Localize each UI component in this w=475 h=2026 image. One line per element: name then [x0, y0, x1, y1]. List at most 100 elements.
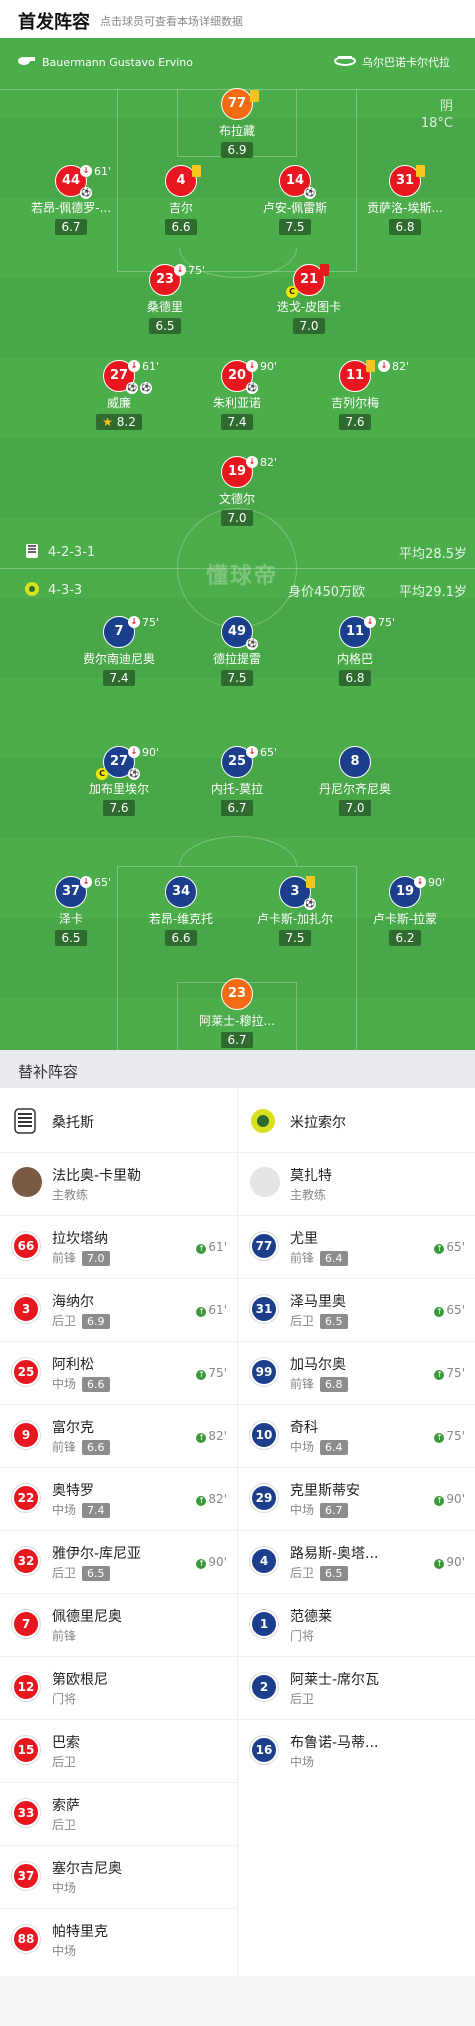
- coach-row[interactable]: 莫扎特 主教练: [238, 1152, 475, 1215]
- temperature: 18°C: [420, 116, 453, 131]
- player-name: 富尔克: [52, 1420, 94, 1436]
- list-item[interactable]: 66 拉坎塔纳 前锋 7.0 ↑ 61': [0, 1215, 237, 1278]
- substitution-icon: ↓: [246, 360, 258, 372]
- player-rating: 6.6: [82, 1377, 110, 1392]
- list-item[interactable]: 77 尤里 前锋 6.4 ↑ 65': [238, 1215, 475, 1278]
- player-name: 桑德里: [146, 300, 183, 314]
- goal-ball-icon: ⚽: [246, 382, 258, 394]
- coach-row[interactable]: 法比奥-卡里勒 主教练: [0, 1152, 237, 1215]
- list-item[interactable]: 4 路易斯-奥塔... 后卫 6.5 ↑ 90': [238, 1530, 475, 1593]
- red-card-icon: [320, 264, 329, 276]
- player[interactable]: 20 ↓ 90' ⚽ 朱利亚诺 7.4: [182, 360, 292, 430]
- bench-title: 替补阵容: [18, 1063, 79, 1081]
- list-item[interactable]: 9 富尔克 前锋 6.6 ↑ 82': [0, 1404, 237, 1467]
- jersey-number: 33: [12, 1799, 40, 1827]
- player-rating: 6.7: [221, 800, 253, 816]
- team-crest-icon: [24, 581, 40, 597]
- player[interactable]: 49 ⚽ 德拉提雷 7.5: [182, 616, 292, 686]
- player[interactable]: 11 ↓ 75' 内格巴 6.8: [300, 616, 410, 686]
- list-item[interactable]: 2 阿莱士-席尔瓦 后卫: [238, 1656, 475, 1719]
- jersey-number: 4: [250, 1547, 278, 1575]
- player-rating: 7.5: [279, 930, 311, 946]
- player[interactable]: 25 ↓ 65' 内托-莫拉 6.7: [182, 746, 292, 816]
- player-rating: 7.0: [339, 800, 371, 816]
- referee: Bauermann Gustavo Ervino: [16, 54, 193, 69]
- player[interactable]: 34 若昂-维克托 6.6: [126, 876, 236, 946]
- venue: 乌尔巴诺卡尔代拉: [334, 54, 450, 70]
- player-position: 前锋: [52, 1440, 77, 1454]
- sub-minute: 90': [260, 360, 278, 373]
- player[interactable]: 8 丹尼尔齐尼奥 7.0: [300, 746, 410, 816]
- jersey-number: 77: [250, 1232, 278, 1260]
- away-team-header[interactable]: 米拉索尔: [238, 1088, 475, 1152]
- assist-icon: ⚽: [80, 187, 92, 199]
- player[interactable]: 4 吉尔 6.6: [126, 165, 236, 235]
- player-position: 后卫: [52, 1314, 77, 1328]
- coach-name: 莫扎特: [290, 1168, 332, 1184]
- player[interactable]: 27 ↓ 61' ⚽ ⚽ 威廉 ★ 8.2: [64, 360, 174, 430]
- player[interactable]: 77 布拉藏 6.9: [182, 88, 292, 158]
- sub-minute: 90': [208, 1555, 227, 1569]
- list-item[interactable]: 37 塞尔吉尼奥 中场: [0, 1845, 237, 1908]
- list-item[interactable]: 15 巴索 后卫: [0, 1719, 237, 1782]
- sub-in-icon: ↑: [196, 1244, 207, 1254]
- away-formation: 4-3-3: [24, 581, 82, 598]
- list-item[interactable]: 3 海纳尔 后卫 6.9 ↑ 61': [0, 1278, 237, 1341]
- bench-lists: 桑托斯 法比奥-卡里勒 主教练 66 拉坎塔纳 前锋 7.0 ↑ 61' 3 海纳尔…: [0, 1088, 475, 1976]
- player-name: 威廉: [106, 396, 131, 410]
- sub-minute: 82': [208, 1492, 227, 1506]
- player-rating: 6.8: [389, 219, 421, 235]
- player[interactable]: 7 ↓ 75' 费尔南迪尼奥 7.4: [64, 616, 174, 686]
- list-item[interactable]: 12 第欧根尼 门将: [0, 1656, 237, 1719]
- home-team-header[interactable]: 桑托斯: [0, 1088, 237, 1152]
- list-item[interactable]: 99 加马尔奥 前锋 6.8 ↑ 75': [238, 1341, 475, 1404]
- player-name: 内托-莫拉: [210, 782, 264, 796]
- list-item[interactable]: 31 泽马里奥 后卫 6.5 ↑ 65': [238, 1278, 475, 1341]
- player[interactable]: 27 ↓ 90' C ⚽ 加布里埃尔 7.6: [64, 746, 174, 816]
- sub-minute: 61': [208, 1240, 227, 1254]
- list-item[interactable]: 29 克里斯蒂安 中场 6.7 ↑ 90': [238, 1467, 475, 1530]
- player[interactable]: 14 ⚽ 卢安-佩雷斯 7.5: [240, 165, 350, 235]
- player[interactable]: 3 ⚽ 卢卡斯-加扎尔 7.5: [240, 876, 350, 946]
- player-position: 中场: [290, 1755, 315, 1769]
- list-item[interactable]: 25 阿利松 中场 6.6 ↑ 75': [0, 1341, 237, 1404]
- player[interactable]: 11 ↓ 82' 吉列尔梅 7.6: [300, 360, 410, 430]
- sub-in-icon: ↑: [196, 1559, 207, 1569]
- sub-minute: 75': [378, 616, 396, 629]
- list-item[interactable]: 32 雅伊尔-库尼亚 后卫 6.5 ↑ 90': [0, 1530, 237, 1593]
- player[interactable]: 21 C 迭戈-皮图卡 7.0: [254, 264, 364, 334]
- goal-ball-icon: ⚽: [304, 187, 316, 199]
- player[interactable]: 23 阿莱士-穆拉... 6.7: [182, 978, 292, 1048]
- list-item[interactable]: 22 奥特罗 中场 7.4 ↑ 82': [0, 1467, 237, 1530]
- sub-minute: 75': [142, 616, 160, 629]
- assist-icon: ⚽: [304, 898, 316, 910]
- team-crest-icon: [12, 1108, 38, 1134]
- player[interactable]: 19 ↓ 82' 文德尔 7.0: [182, 456, 292, 526]
- list-item[interactable]: 16 布鲁诺-马蒂... 中场: [238, 1719, 475, 1782]
- player-position: 中场: [52, 1503, 77, 1517]
- player-rating: 6.4: [320, 1440, 348, 1455]
- pitch: Bauermann Gustavo Ervino 乌尔巴诺卡尔代拉 阴 18°C…: [0, 38, 475, 1050]
- list-item[interactable]: 7 佩德里尼奥 前锋: [0, 1593, 237, 1656]
- player[interactable]: 31 贡萨洛-埃斯... 6.8: [350, 165, 460, 235]
- player[interactable]: 23 ↓ 75' 桑德里 6.5: [110, 264, 220, 334]
- stadium-icon: [334, 54, 356, 69]
- list-item[interactable]: 88 帕特里克 中场: [0, 1908, 237, 1971]
- list-item[interactable]: 33 索萨 后卫: [0, 1782, 237, 1845]
- player[interactable]: 44 ↓ 61' ⚽ 若昂-佩德罗-... 6.7: [16, 165, 126, 235]
- substitution-icon: ↓: [80, 165, 92, 177]
- player[interactable]: 37 ↓ 65' 泽卡 6.5: [16, 876, 126, 946]
- sub-minute: 90': [142, 746, 160, 759]
- avatar: [12, 1167, 42, 1197]
- list-item[interactable]: 10 奇科 中场 6.4 ↑ 75': [238, 1404, 475, 1467]
- player-name: 卢卡斯-拉蒙: [372, 912, 438, 926]
- jersey-number: 9: [12, 1421, 40, 1449]
- star-icon: ★: [102, 415, 113, 429]
- player-rating: 6.8: [320, 1377, 348, 1392]
- list-item[interactable]: 1 范德莱 门将: [238, 1593, 475, 1656]
- coach-role: 主教练: [52, 1188, 89, 1202]
- player-rating: 6.6: [165, 219, 197, 235]
- sub-in-icon: ↑: [196, 1433, 207, 1443]
- player-name: 若昂-佩德罗-...: [30, 201, 112, 215]
- player[interactable]: 19 ↓ 90' 卢卡斯-拉蒙 6.2: [350, 876, 460, 946]
